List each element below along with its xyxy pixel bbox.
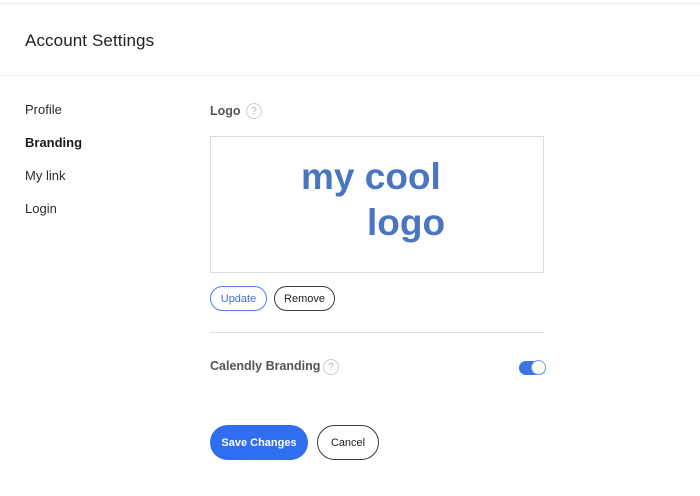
branding-help-icon[interactable]: ? <box>323 359 339 375</box>
remove-logo-button[interactable]: Remove <box>274 286 335 311</box>
sidebar-item-login[interactable]: Login <box>25 201 175 234</box>
logo-preview: my cool logo <box>210 136 544 273</box>
page-header: Account Settings <box>0 4 700 76</box>
logo-help-icon[interactable]: ? <box>246 103 262 119</box>
settings-page: Account Settings Profile Branding My lin… <box>0 0 700 496</box>
toggle-knob <box>531 360 546 375</box>
logo-section-label: Logo <box>210 104 241 118</box>
save-changes-button[interactable]: Save Changes <box>210 425 308 460</box>
section-divider <box>210 332 544 333</box>
logo-text-line-1: my cool <box>301 156 441 197</box>
settings-sidebar: Profile Branding My link Login <box>25 102 175 234</box>
branding-section-label: Calendly Branding <box>210 359 321 373</box>
sidebar-item-branding[interactable]: Branding <box>25 135 175 168</box>
logo-text-line-2: logo <box>367 202 446 243</box>
sidebar-item-my-link[interactable]: My link <box>25 168 175 201</box>
cancel-button[interactable]: Cancel <box>317 425 379 460</box>
sidebar-item-profile[interactable]: Profile <box>25 102 175 135</box>
update-logo-button[interactable]: Update <box>210 286 267 311</box>
branding-toggle[interactable] <box>519 360 546 375</box>
page-title: Account Settings <box>25 31 155 50</box>
